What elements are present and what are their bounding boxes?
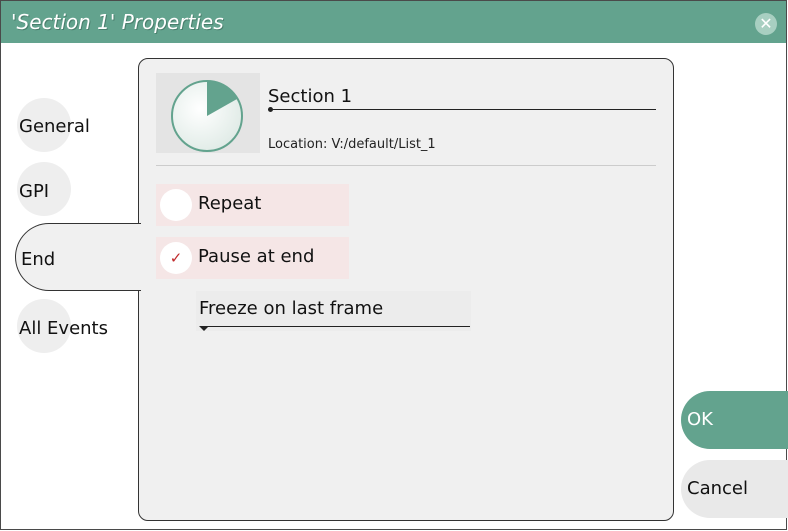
section-name-marker [268,107,273,112]
pause-at-end-option[interactable]: ✓ Pause at end [156,237,349,279]
end-action-selected: Freeze on last frame [199,298,384,319]
divider [156,165,656,166]
repeat-checkbox[interactable] [160,189,192,221]
dialog-title: 'Section 1' Properties [11,10,224,34]
close-button[interactable]: ✕ [755,13,777,35]
tab-general[interactable]: General [19,116,90,137]
tab-end-join [137,224,141,290]
dropdown-arrow-icon [199,326,209,331]
repeat-label: Repeat [198,193,262,214]
tab-end-label: End [21,249,56,270]
section-name-field[interactable]: Section 1 [268,86,352,107]
properties-dialog: 'Section 1' Properties ✕ General GPI All… [0,0,788,530]
end-action-underline [205,326,470,327]
title-bar: 'Section 1' Properties ✕ [1,1,786,43]
close-icon: ✕ [759,14,773,33]
checkmark-icon: ✓ [169,249,183,267]
tab-all-events[interactable]: All Events [19,318,108,339]
section-icon-box [156,73,260,153]
section-name-underline [268,109,656,110]
cancel-button[interactable]: Cancel [681,460,788,518]
tab-gpi[interactable]: GPI [19,181,49,202]
repeat-option[interactable]: Repeat [156,184,349,226]
pie-timer-icon [171,80,243,152]
pause-at-end-checkbox[interactable]: ✓ [160,242,192,274]
section-location: Location: V:/default/List_1 [268,137,436,152]
ok-button[interactable]: OK [681,391,788,449]
pause-at-end-label: Pause at end [198,246,315,267]
